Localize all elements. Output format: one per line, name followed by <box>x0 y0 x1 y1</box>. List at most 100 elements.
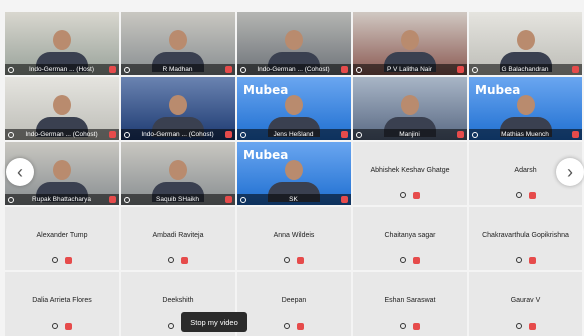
mic-icon <box>52 323 58 329</box>
participant-tile[interactable]: Mubea Jens Heßland <box>237 77 351 140</box>
mic-icon <box>356 131 362 138</box>
name-bar: Rupak Bhattacharya <box>5 194 119 205</box>
participant-tile[interactable]: Deepan <box>237 272 351 336</box>
mic-icon <box>240 196 246 203</box>
status-icons <box>469 257 582 264</box>
participant-tile[interactable]: Chaitanya sagar <box>353 207 467 270</box>
participant-name: Indo-German ... (Host) <box>28 66 95 73</box>
participant-name: Manjini <box>399 131 420 138</box>
participant-tile[interactable]: Anna Wildeis <box>237 207 351 270</box>
muted-indicator-icon <box>65 257 72 264</box>
previous-page-button[interactable]: ‹ <box>6 158 34 186</box>
participant-tile[interactable]: Indo-German ... (Cohost) <box>5 77 119 140</box>
muted-indicator-icon <box>528 323 536 330</box>
participant-name: Abhishek Keshav Ghatge <box>370 167 450 174</box>
participant-name: Mathias Muench <box>501 131 549 138</box>
participant-name: Deekshith <box>162 297 194 304</box>
participant-name: Alexander Tump <box>36 232 88 239</box>
mic-icon <box>168 257 174 263</box>
participant-name: Jens Heßland <box>273 131 314 138</box>
muted-indicator-icon <box>225 196 232 203</box>
mic-icon <box>8 196 14 203</box>
muted-indicator-icon <box>528 257 536 264</box>
mic-icon <box>124 196 130 203</box>
mic-icon <box>400 323 406 329</box>
muted-indicator-icon <box>413 192 420 199</box>
muted-indicator-icon <box>572 131 579 138</box>
participant-tile[interactable]: Eshan Saraswat <box>353 272 467 336</box>
mic-icon <box>515 192 522 198</box>
name-bar: R Madhan <box>121 64 235 75</box>
participant-name: Eshan Saraswat <box>384 297 436 304</box>
mic-icon <box>515 323 522 329</box>
participant-tile[interactable]: Gaurav V <box>469 272 582 336</box>
status-icons <box>469 323 582 330</box>
muted-indicator-icon <box>341 196 348 203</box>
participant-name: Gaurav V <box>510 297 541 304</box>
participant-tile[interactable]: Manjini <box>353 77 467 140</box>
muted-indicator-icon <box>297 323 304 330</box>
participant-name: Dalia Arrieta Flores <box>32 297 92 304</box>
participant-tile[interactable]: G Balachandran <box>469 12 582 75</box>
participant-tile[interactable]: Saquib SHaikh <box>121 142 235 205</box>
mic-icon <box>356 66 362 73</box>
muted-indicator-icon <box>457 66 464 73</box>
muted-indicator-icon <box>413 323 420 330</box>
name-bar: Jens Heßland <box>237 129 351 140</box>
muted-indicator-icon <box>225 131 232 138</box>
participant-tile[interactable]: Alexander Tump <box>5 207 119 270</box>
name-bar: SK <box>237 194 351 205</box>
chevron-left-icon: ‹ <box>17 161 23 182</box>
participant-name: P V Lalitha Nair <box>386 66 433 73</box>
participant-name: R Madhan <box>162 66 193 73</box>
mic-icon <box>400 192 406 198</box>
participant-tile[interactable]: R Madhan <box>121 12 235 75</box>
participant-tile[interactable]: Indo-German ... (Cohost) <box>237 12 351 75</box>
muted-indicator-icon <box>572 66 579 73</box>
participant-tile[interactable]: P V Lalitha Nair <box>353 12 467 75</box>
participant-name: Rupak Bhattacharya <box>32 196 91 203</box>
name-bar: P V Lalitha Nair <box>353 64 467 75</box>
mic-icon <box>240 131 246 138</box>
participant-name: Indo-German ... (Cohost) <box>257 66 330 73</box>
participant-tile[interactable]: Dalia Arrieta Flores <box>5 272 119 336</box>
mic-icon <box>168 323 174 329</box>
mic-icon <box>8 131 14 138</box>
participant-name: Deepan <box>281 297 307 304</box>
status-icons <box>353 323 467 330</box>
participant-name: Chaitanya sagar <box>384 232 436 239</box>
participant-tile[interactable]: Ambadi Raviteja <box>121 207 235 270</box>
participant-tile[interactable]: Abhishek Keshav Ghatge <box>353 142 467 205</box>
name-bar: Indo-German ... (Host) <box>5 64 119 75</box>
participant-tile[interactable]: Mubea SK <box>237 142 351 205</box>
mic-icon <box>515 257 522 263</box>
mic-icon <box>8 66 14 73</box>
muted-indicator-icon <box>528 192 536 199</box>
participant-tile[interactable]: Indo-German ... (Cohost) <box>121 77 235 140</box>
participant-name: SK <box>289 196 298 203</box>
participant-tile[interactable]: Indo-German ... (Host) <box>5 12 119 75</box>
muted-indicator-icon <box>109 66 116 73</box>
muted-indicator-icon <box>109 196 116 203</box>
muted-indicator-icon <box>341 66 348 73</box>
status-icons <box>237 257 351 264</box>
next-page-button[interactable]: › <box>556 158 584 186</box>
mic-icon <box>284 323 290 329</box>
status-icons <box>353 192 467 199</box>
mic-icon <box>284 257 290 263</box>
muted-indicator-icon <box>413 257 420 264</box>
muted-indicator-icon <box>181 257 188 264</box>
participant-tile[interactable]: Mubea Mathias Muench <box>469 77 582 140</box>
muted-indicator-icon <box>457 131 464 138</box>
participant-tile[interactable]: Chakravarthula Gopikrishna <box>469 207 582 270</box>
name-bar: Indo-German ... (Cohost) <box>237 64 351 75</box>
muted-indicator-icon <box>109 131 116 138</box>
mic-icon <box>124 131 130 138</box>
status-icons <box>237 323 351 330</box>
participant-name: Chakravarthula Gopikrishna <box>482 232 569 239</box>
status-icons <box>469 192 582 199</box>
participant-grid: Indo-German ... (Host) R Madhan Indo-Germa… <box>5 12 582 336</box>
participant-name: G Balachandran <box>501 66 549 73</box>
name-bar: Indo-German ... (Cohost) <box>5 129 119 140</box>
participant-name: Indo-German ... (Cohost) <box>141 131 214 138</box>
